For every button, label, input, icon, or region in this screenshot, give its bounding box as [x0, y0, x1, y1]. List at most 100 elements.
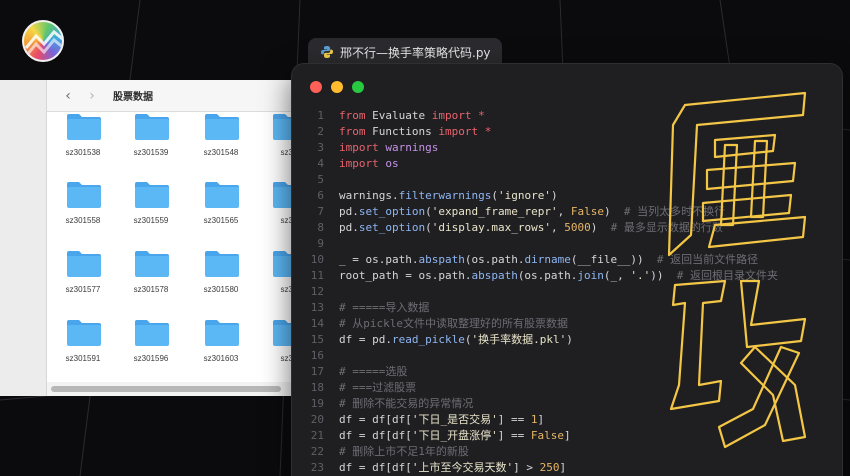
code-token: # 返回当前文件路径 [656, 253, 759, 266]
folder-item[interactable]: sz301558 [47, 180, 119, 238]
code-line[interactable]: 17 # =====选股 [292, 364, 842, 380]
code-token: root_path = os.path. [339, 269, 472, 282]
code-token: df = df[df[ [339, 429, 412, 442]
folder-label: sz301591 [65, 354, 101, 363]
code-token: warnings [378, 141, 439, 154]
code-token: ( [425, 221, 432, 234]
code-token: abspath [418, 253, 465, 266]
code-line[interactable]: 4 import os [292, 156, 842, 172]
code-token: * [478, 125, 492, 138]
finder-sidebar [0, 80, 47, 396]
folder-item[interactable]: sz301538 [47, 112, 119, 170]
code-token: 'display.max_rows' [431, 221, 551, 234]
code-token: * [471, 109, 485, 122]
scrollbar-thumb[interactable] [51, 386, 281, 392]
code-text: import warnings [339, 140, 438, 156]
code-token: df = pd. [339, 333, 392, 346]
zoom-window-button[interactable] [352, 81, 364, 93]
code-text: from Functions import * [339, 124, 491, 140]
code-line[interactable]: 16 [292, 348, 842, 364]
folder-label: sz301558 [65, 216, 101, 225]
code-line[interactable]: 22 # 删除上市不足1年的新股 [292, 444, 842, 460]
code-line[interactable]: 5 [292, 172, 842, 188]
folder-item[interactable]: sz301591 [47, 318, 119, 376]
line-number: 13 [310, 301, 324, 314]
code-line[interactable]: 15 df = pd.read_pickle('换手率数据.pkl') [292, 332, 842, 348]
code-line[interactable]: 18 # ===过滤股票 [292, 380, 842, 396]
folder-item[interactable]: sz301565 [185, 180, 257, 238]
minimize-window-button[interactable] [331, 81, 343, 93]
code-text: df = df[df['下日_开盘涨停'] == False] [339, 428, 571, 444]
code-line[interactable]: 11 root_path = os.path.abspath(os.path.jo… [292, 268, 842, 284]
horizontal-scrollbar[interactable] [47, 382, 312, 396]
line-number: 17 [310, 365, 324, 378]
folder-item[interactable]: sz301559 [115, 180, 187, 238]
code-token: '下日_开盘涨停' [411, 429, 498, 442]
file-grid: sz301538 sz301539 sz301548 sz30 sz301558 sz30… [47, 112, 312, 382]
code-line[interactable]: 19 # 删除不能交易的异常情况 [292, 396, 842, 412]
folder-icon [205, 114, 239, 140]
code-token: ) [603, 205, 624, 218]
folder-item[interactable]: sz301580 [185, 249, 257, 307]
code-line[interactable]: 7 pd.set_option('expand_frame_repr', Fals… [292, 204, 842, 220]
code-line[interactable]: 14 # 从pickle文件中读取整理好的所有股票数据 [292, 316, 842, 332]
code-line[interactable]: 2 from Functions import * [292, 124, 842, 140]
code-line[interactable]: 1 from Evaluate import * [292, 108, 842, 124]
chevron-left-icon[interactable]: ‹ [57, 85, 79, 107]
code-token: from [339, 125, 366, 138]
folder-item[interactable]: sz301539 [115, 112, 187, 170]
code-line[interactable]: 21 df = df[df['下日_开盘涨停'] == False] [292, 428, 842, 444]
code-line[interactable]: 3 import warnings [292, 140, 842, 156]
line-number: 15 [310, 333, 324, 346]
folder-label: sz301578 [133, 285, 169, 294]
chevron-right-icon[interactable]: › [81, 85, 103, 107]
code-token: '.' [630, 269, 651, 282]
code-token: set_option [358, 205, 426, 218]
folder-icon [205, 182, 239, 208]
code-text: import os [339, 156, 399, 172]
folder-icon [67, 251, 101, 277]
code-token: 250 [539, 461, 560, 474]
code-token: (_, [603, 269, 631, 282]
code-token: , [550, 221, 565, 234]
folder-icon [67, 320, 101, 346]
code-token: # 当列太多时不换行 [623, 205, 726, 218]
code-token: ( [491, 189, 498, 202]
code-token: # 返回根目录文件夹 [676, 269, 779, 282]
line-number: 9 [317, 237, 324, 250]
code-area[interactable]: 1 from Evaluate import * 2 from Functions i… [292, 108, 842, 476]
code-token: # =====导入数据 [339, 301, 430, 314]
code-token: '下日_是否交易' [411, 413, 498, 426]
code-line[interactable]: 20 df = df[df['下日_是否交易'] == 1] [292, 412, 842, 428]
code-text: # =====选股 [339, 364, 407, 380]
code-line[interactable]: 6 warnings.filterwarnings('ignore') [292, 188, 842, 204]
code-token: , [557, 205, 571, 218]
code-line[interactable]: 8 pd.set_option('display.max_rows', 5000)… [292, 220, 842, 236]
code-line[interactable]: 10 _ = os.path.abspath(os.path.dirname(__… [292, 252, 842, 268]
code-text: pd.set_option('display.max_rows', 5000) … [339, 220, 723, 236]
code-token: ] [563, 429, 571, 442]
code-token: dirname [524, 253, 571, 266]
folder-item[interactable]: sz301603 [185, 318, 257, 376]
line-number: 16 [310, 349, 324, 362]
code-token: ] > [513, 461, 540, 474]
folder-label: sz301603 [203, 354, 239, 363]
line-number: 10 [310, 253, 324, 266]
folder-icon [135, 182, 169, 208]
code-line[interactable]: 13 # =====导入数据 [292, 300, 842, 316]
tab-code-file[interactable]: 邢不行—换手率策略代码.py [308, 38, 502, 66]
code-line[interactable]: 9 [292, 236, 842, 252]
code-token: join [577, 269, 604, 282]
code-token: _ = os.path. [339, 253, 419, 266]
code-token: import [339, 141, 379, 154]
folder-item[interactable]: sz301548 [185, 112, 257, 170]
code-line[interactable]: 23 df = df[df['上市至今交易天数'] > 250] [292, 460, 842, 476]
folder-item[interactable]: sz301578 [115, 249, 187, 307]
folder-item[interactable]: sz301577 [47, 249, 119, 307]
folder-item[interactable]: sz301596 [115, 318, 187, 376]
line-number: 3 [317, 141, 324, 154]
code-line[interactable]: 12 [292, 284, 842, 300]
code-token: ) [550, 189, 558, 202]
close-window-button[interactable] [310, 81, 322, 93]
code-token: 'ignore' [497, 189, 551, 202]
